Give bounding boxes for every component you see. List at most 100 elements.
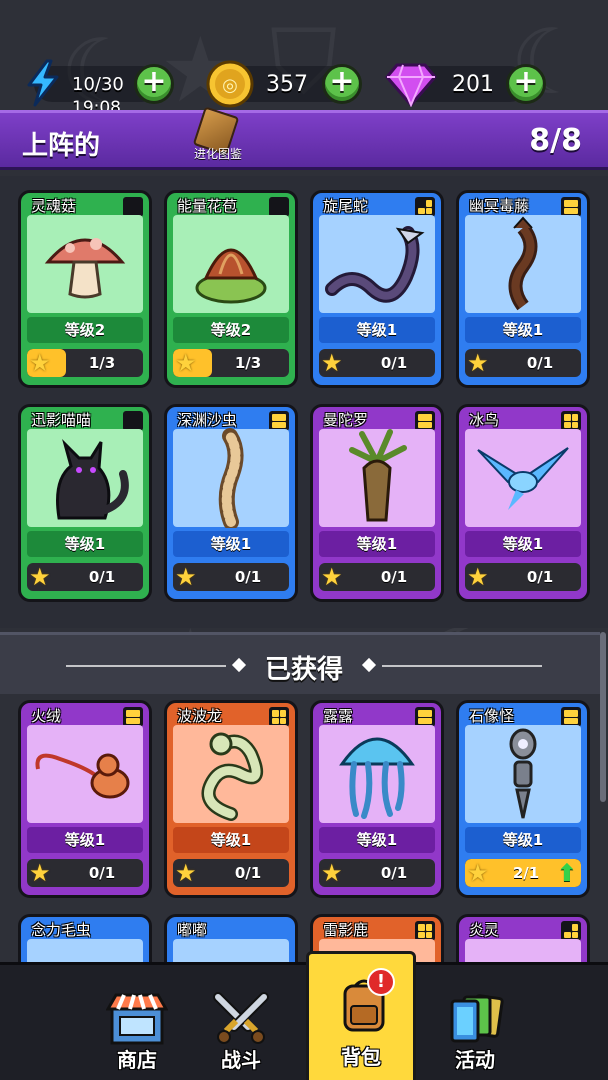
- add-gems-button[interactable]: +: [506, 64, 546, 104]
- creature-card[interactable]: 幽冥毒藤等级1 ★ 0/1: [456, 190, 590, 388]
- upgrade-arrow-icon[interactable]: ⬆: [557, 859, 577, 887]
- creature-image: [27, 725, 143, 823]
- codex-label: 进化图鉴: [193, 147, 242, 161]
- card-name: 能量花苞: [177, 197, 238, 215]
- star-shard-icon: ★: [175, 349, 197, 377]
- tier-badge-icon: [415, 921, 435, 941]
- star-shard-icon: ★: [467, 349, 489, 377]
- level-label: 等级1: [319, 827, 435, 853]
- upgrade-progress-bar: ★ 0/1: [319, 349, 435, 377]
- creature-card[interactable]: 能量花苞等级2 ★ 1/3: [164, 190, 298, 388]
- creature-card[interactable]: 露露 等级1 ★ 0/1: [310, 700, 444, 898]
- creature-card[interactable]: 灵魂菇 等级2 ★ 1/3: [18, 190, 152, 388]
- nav-events[interactable]: 活动: [420, 987, 530, 1080]
- upgrade-progress-bar: ★ 2/1 ⬆: [465, 859, 581, 887]
- swords-icon: [210, 991, 272, 1047]
- progress-text: 0/1: [380, 864, 408, 882]
- card-name: 念力毛虫: [31, 921, 92, 939]
- upgrade-progress-bar: ★ 0/1: [173, 859, 289, 887]
- tier-badge-icon: [561, 921, 581, 941]
- card-name: 幽冥毒藤: [469, 197, 530, 215]
- tier-badge-icon: [561, 197, 581, 217]
- card-name: 露露: [323, 707, 354, 725]
- upgrade-progress-bar: ★ 0/1: [465, 563, 581, 591]
- star-shard-icon: ★: [467, 859, 489, 887]
- level-label: 等级2: [173, 317, 289, 343]
- bottom-navigation: 商店 战斗 ! 背包 活动: [0, 951, 608, 1080]
- upgrade-progress-bar: ★ 0/1: [27, 859, 143, 887]
- svg-text:◎: ◎: [222, 75, 238, 96]
- shop-icon: [105, 991, 169, 1047]
- upgrade-progress-bar: ★ 0/1: [27, 563, 143, 591]
- creature-card[interactable]: 石像怪 等级1 ★ 2/1 ⬆: [456, 700, 590, 898]
- creature-card[interactable]: 火绒 等级1 ★ 0/1: [18, 700, 152, 898]
- level-label: 等级1: [465, 531, 581, 557]
- evolution-codex-button[interactable]: 进化图鉴: [186, 106, 246, 169]
- deployed-header: 上阵的 进化图鉴 8/8: [0, 106, 608, 170]
- progress-text: 0/1: [526, 568, 554, 586]
- card-name: 旋尾蛇: [323, 197, 369, 215]
- star-shard-icon: ★: [467, 563, 489, 591]
- nav-backpack-label: 背包: [341, 1045, 381, 1069]
- card-name: 炎灵: [469, 921, 500, 939]
- card-name: 冰鸟: [469, 411, 500, 429]
- creature-image: [465, 429, 581, 527]
- cards-icon: [444, 991, 506, 1047]
- star-shard-icon: ★: [29, 349, 51, 377]
- level-label: 等级1: [173, 531, 289, 557]
- level-label: 等级1: [27, 827, 143, 853]
- creature-card[interactable]: 迅影喵喵等级1 ★ 0/1: [18, 404, 152, 602]
- nav-battle[interactable]: 战斗: [186, 987, 296, 1080]
- tier-badge-icon: [123, 707, 143, 727]
- scrollbar[interactable]: [600, 632, 606, 802]
- coin-icon: ◎: [204, 58, 256, 110]
- tier-badge-icon: [123, 411, 143, 431]
- upgrade-progress-bar: ★ 0/1: [465, 349, 581, 377]
- level-label: 等级2: [27, 317, 143, 343]
- level-label: 等级1: [465, 827, 581, 853]
- creature-image: [319, 725, 435, 823]
- gem-icon: [384, 58, 438, 110]
- creature-card[interactable]: 旋尾蛇 等级1 ★ 0/1: [310, 190, 444, 388]
- add-coins-button[interactable]: +: [322, 64, 362, 104]
- nav-backpack[interactable]: ! 背包: [306, 951, 416, 1080]
- creature-card[interactable]: 波波龙等级1 ★ 0/1: [164, 700, 298, 898]
- progress-text: 0/1: [380, 354, 408, 372]
- energy-value: 10/30: [72, 74, 124, 95]
- level-label: 等级1: [27, 531, 143, 557]
- creature-image: [173, 725, 289, 823]
- obtained-header: 已获得: [0, 632, 600, 694]
- star-shard-icon: ★: [321, 349, 343, 377]
- card-name: 嘟嘟: [177, 921, 208, 939]
- creature-card[interactable]: 曼陀罗 等级1 ★ 0/1: [310, 404, 444, 602]
- tier-badge-icon: [269, 197, 289, 217]
- nav-shop[interactable]: 商店: [82, 987, 192, 1080]
- star-shard-icon: ★: [321, 563, 343, 591]
- lightning-icon: [20, 58, 66, 108]
- creature-card[interactable]: 冰鸟等级1 ★ 0/1: [456, 404, 590, 602]
- deployed-title: 上阵的: [22, 131, 101, 161]
- tier-badge-icon: [123, 197, 143, 217]
- progress-text: 0/1: [380, 568, 408, 586]
- add-energy-button[interactable]: +: [134, 64, 174, 104]
- star-shard-icon: ★: [29, 563, 51, 591]
- upgrade-progress-bar: ★ 1/3: [173, 349, 289, 377]
- card-name: 波波龙: [177, 707, 223, 725]
- creature-image: [465, 725, 581, 823]
- star-shard-icon: ★: [175, 563, 197, 591]
- upgrade-progress-bar: ★ 1/3: [27, 349, 143, 377]
- card-name: 迅影喵喵: [31, 411, 92, 429]
- upgrade-progress-bar: ★ 0/1: [319, 563, 435, 591]
- star-shard-icon: ★: [29, 859, 51, 887]
- upgrade-progress-bar: ★ 0/1: [173, 563, 289, 591]
- level-label: 等级1: [173, 827, 289, 853]
- card-name: 曼陀罗: [323, 411, 369, 429]
- tier-badge-icon: [561, 707, 581, 727]
- card-name: 雷影鹿: [323, 921, 369, 939]
- resource-bar: 10/30 19:08 + ◎ 357 + 201 +: [0, 0, 608, 118]
- creature-card[interactable]: 深渊沙虫 等级1 ★ 0/1: [164, 404, 298, 602]
- deployed-count: 8/8: [529, 123, 582, 158]
- level-label: 等级1: [465, 317, 581, 343]
- creature-image: [319, 215, 435, 313]
- gem-value: 201: [452, 72, 494, 97]
